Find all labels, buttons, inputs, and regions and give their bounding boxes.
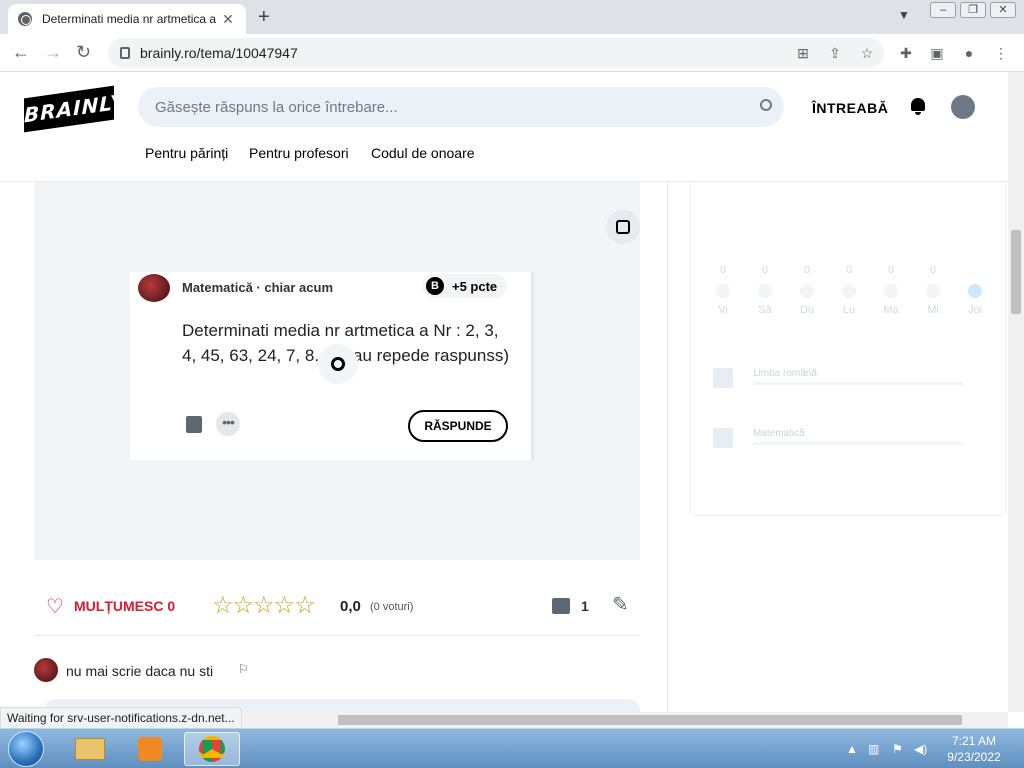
rating-stars[interactable]: ☆☆☆☆☆ <box>212 591 316 620</box>
tab-search-chevron-icon[interactable]: ▼ <box>898 8 910 22</box>
rating-value: 0,0 <box>340 598 361 615</box>
brainly-logo[interactable]: BRAINLY <box>24 85 125 133</box>
tab-title: Determinati media nr artmetica a <box>42 12 217 26</box>
url-text: brainly.ro/tema/10047947 <box>140 45 298 61</box>
zoom-button[interactable] <box>318 344 358 384</box>
site-header: BRAINLY Găsește răspuns la orice întreba… <box>0 72 1008 182</box>
flag-icon[interactable]: ⚐ <box>238 662 249 676</box>
question-actions: ♡ MULȚUMESC 0 ☆☆☆☆☆ 0,0 (0 voturi) 1 ✎ <box>34 580 640 636</box>
translate-icon[interactable]: ⊞ <box>794 44 812 62</box>
magnifier-icon <box>331 357 345 371</box>
reload-icon[interactable]: ↻ <box>76 42 91 63</box>
brainly-points-icon: B <box>426 277 444 295</box>
clock-date: 9/23/2022 <box>947 750 1001 764</box>
browser-toolbar: ← → ↻ brainly.ro/tema/10047947 ⊞ ⇪ ☆ ✚ ▣… <box>0 34 1024 72</box>
comment-count: 1 <box>581 598 589 614</box>
question-meta: Matematică · chiar acum <box>182 280 334 295</box>
share-icon[interactable]: ⇪ <box>826 44 844 62</box>
browser-tab[interactable]: Determinati media nr artmetica a ✕ <box>8 4 246 34</box>
forward-arrow-icon[interactable]: → <box>44 42 62 63</box>
sidebar-divider <box>667 182 668 712</box>
new-tab-button[interactable]: + <box>258 6 270 29</box>
bookmark-star-icon[interactable]: ☆ <box>858 44 876 62</box>
edit-pencil-icon[interactable]: ✎ <box>612 592 629 617</box>
network-icon[interactable]: ▥ <box>868 742 879 756</box>
math-grid-icon <box>713 428 733 448</box>
day-item: 0 Mi <box>926 264 940 316</box>
thanks-button[interactable]: MULȚUMESC 0 <box>74 598 175 614</box>
streak-panel: 0 Vi 0 Sâ 0 Du 0 Lu 0 Ma 0 Mi Joi Limba română… <box>690 182 1006 516</box>
window-controls: – ❐ ✕ <box>930 2 1016 18</box>
tab-close-icon[interactable]: ✕ <box>220 11 236 28</box>
subject-item[interactable]: Limba română <box>713 368 963 398</box>
points-badge: B +5 pcte <box>422 274 508 298</box>
extensions-puzzle-icon[interactable]: ✚ <box>897 44 915 62</box>
day-item: 0 Lu <box>842 264 856 316</box>
menu-dots-icon[interactable]: ⋮ <box>992 44 1010 62</box>
page-viewport: BRAINLY Găsește răspuns la orice întreba… <box>0 72 1008 712</box>
search-icon[interactable] <box>760 99 772 111</box>
day-item: 0 Sâ <box>758 264 772 316</box>
heart-icon[interactable]: ♡ <box>46 594 64 619</box>
back-arrow-icon[interactable]: ← <box>12 42 30 63</box>
avatar[interactable] <box>34 658 58 682</box>
day-item: 0 Vi <box>711 264 735 316</box>
nav-link-parents[interactable]: Pentru părinți <box>145 145 228 161</box>
side-panel-icon[interactable]: ▣ <box>928 44 946 62</box>
nav-link-teachers[interactable]: Pentru profesori <box>249 145 349 161</box>
lock-icon <box>120 47 130 59</box>
search-placeholder: Găsește răspuns la orice întrebare... <box>155 98 398 116</box>
address-bar[interactable]: brainly.ro/tema/10047947 ⊞ ⇪ ☆ <box>108 38 884 68</box>
day-item: 0 Ma <box>883 264 899 316</box>
votes-count: (0 voturi) <box>370 601 414 613</box>
file-explorer-icon[interactable] <box>62 732 118 766</box>
question-media-panel: Matematică · chiar acum B +5 pcte Determ… <box>34 182 640 560</box>
volume-icon[interactable]: ◀) <box>914 742 927 756</box>
globe-icon <box>18 12 32 26</box>
restore-button[interactable]: ❐ <box>960 2 986 18</box>
vertical-scrollbar[interactable] <box>1008 72 1024 712</box>
comment-item: nu mai scrie daca nu sti ⚐ <box>34 656 640 686</box>
book-icon <box>713 368 733 388</box>
windows-taskbar: ▲ ▥ ⚑ ◀) 7:21 AM 9/23/2022 <box>0 728 1024 768</box>
avatar[interactable] <box>138 274 170 302</box>
media-player-icon[interactable] <box>122 732 178 766</box>
start-button[interactable] <box>8 731 44 767</box>
answer-button[interactable]: RĂSPUNDE <box>408 410 508 442</box>
day-item-today: Joi <box>963 264 987 316</box>
bell-icon[interactable] <box>909 96 927 116</box>
day-item: 0 Du <box>799 264 815 316</box>
nav-link-honor-code[interactable]: Codul de onoare <box>371 145 475 161</box>
comment-text: nu mai scrie daca nu sti <box>66 663 214 679</box>
status-bar: Waiting for srv-user-notifications.z-dn.… <box>0 707 242 729</box>
rotate-image-button[interactable] <box>606 210 640 244</box>
subject-item[interactable]: Matematică <box>713 428 963 458</box>
clock-time: 7:21 AM <box>951 734 997 748</box>
points-label: +5 pcte <box>452 278 498 294</box>
rotate-icon <box>616 220 630 234</box>
comment-icon[interactable] <box>552 598 570 614</box>
system-clock[interactable]: 7:21 AM 9/23/2022 <box>944 733 1004 765</box>
profile-icon[interactable]: ● <box>960 44 978 62</box>
document-icon[interactable] <box>186 416 202 433</box>
minimize-button[interactable]: – <box>930 2 956 18</box>
chrome-icon[interactable] <box>184 732 240 766</box>
tray-expand-icon[interactable]: ▲ <box>846 742 858 756</box>
avatar[interactable] <box>951 95 975 119</box>
more-options-icon[interactable]: ••• <box>216 412 240 436</box>
action-center-icon[interactable]: ⚑ <box>892 742 903 756</box>
search-input[interactable]: Găsește răspuns la orice întrebare... <box>138 87 784 127</box>
ask-button[interactable]: ÎNTREABĂ <box>812 100 888 116</box>
question-card: Matematică · chiar acum B +5 pcte Determ… <box>130 272 534 460</box>
browser-tab-bar: Determinati media nr artmetica a ✕ + ▼ –… <box>0 0 1024 34</box>
close-window-button[interactable]: ✕ <box>990 2 1016 18</box>
